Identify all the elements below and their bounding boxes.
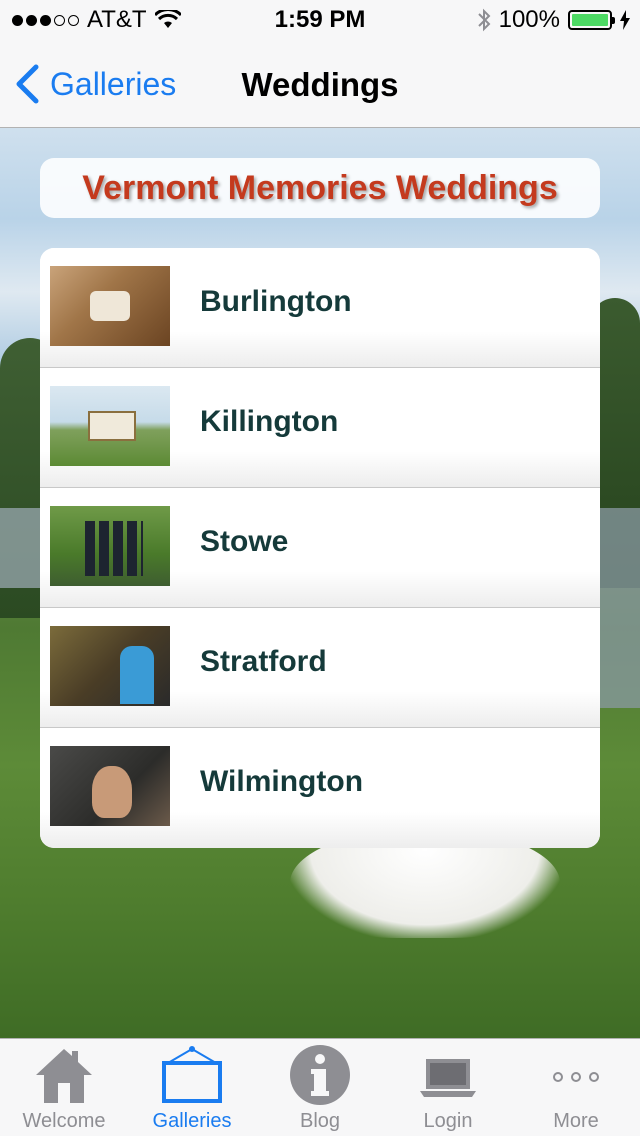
page-title: Weddings xyxy=(241,66,399,103)
house-icon xyxy=(36,1049,92,1103)
gallery-row-burlington[interactable]: Burlington xyxy=(40,248,600,368)
gallery-thumbnail xyxy=(50,506,170,586)
tab-label: Welcome xyxy=(22,1110,106,1132)
gallery-row-stowe[interactable]: Stowe xyxy=(40,488,600,608)
battery-percent: 100% xyxy=(498,6,560,33)
banner-title: Vermont Memories Weddings xyxy=(82,168,558,207)
gallery-label: Killington xyxy=(200,405,339,438)
tab-label: Blog xyxy=(299,1110,341,1132)
gallery-label: Wilmington xyxy=(200,765,364,798)
gallery-banner: Vermont Memories Weddings xyxy=(40,158,600,218)
picture-frame-icon xyxy=(162,1046,222,1103)
tab-label: Login xyxy=(423,1110,473,1132)
charging-bolt-icon xyxy=(620,10,630,30)
navigation-bar: Galleries Weddings xyxy=(0,40,640,128)
status-right: 100% xyxy=(477,6,630,34)
gallery-thumbnail xyxy=(50,266,170,346)
gallery-label: Stratford xyxy=(200,645,327,678)
tab-bar: Welcome Galleries Blog Login More xyxy=(0,1038,640,1136)
gallery-thumbnail xyxy=(50,626,170,706)
laptop-icon xyxy=(420,1059,476,1097)
gallery-thumbnail xyxy=(50,746,170,826)
status-bar: AT&T 1:59 PM 100% xyxy=(0,0,640,40)
gallery-row-wilmington[interactable]: Wilmington xyxy=(40,728,600,848)
gallery-label: Burlington xyxy=(200,285,352,318)
gallery-thumbnail xyxy=(50,386,170,466)
tab-blog[interactable]: Blog xyxy=(256,1039,384,1137)
bluetooth-icon xyxy=(477,8,491,32)
more-dots-icon xyxy=(553,1072,599,1082)
tab-login[interactable]: Login xyxy=(384,1039,512,1137)
tab-label: More xyxy=(553,1110,599,1132)
info-icon xyxy=(290,1045,350,1105)
battery-icon xyxy=(568,10,615,30)
gallery-row-stratford[interactable]: Stratford xyxy=(40,608,600,728)
gallery-label: Stowe xyxy=(200,525,289,558)
tab-welcome[interactable]: Welcome xyxy=(0,1039,128,1137)
tab-label: Galleries xyxy=(152,1110,232,1132)
gallery-list: Burlington Killington Stowe Stratford Wi… xyxy=(40,248,600,848)
tab-galleries[interactable]: Galleries xyxy=(128,1039,256,1137)
gallery-row-killington[interactable]: Killington xyxy=(40,368,600,488)
tab-more[interactable]: More xyxy=(512,1039,640,1137)
